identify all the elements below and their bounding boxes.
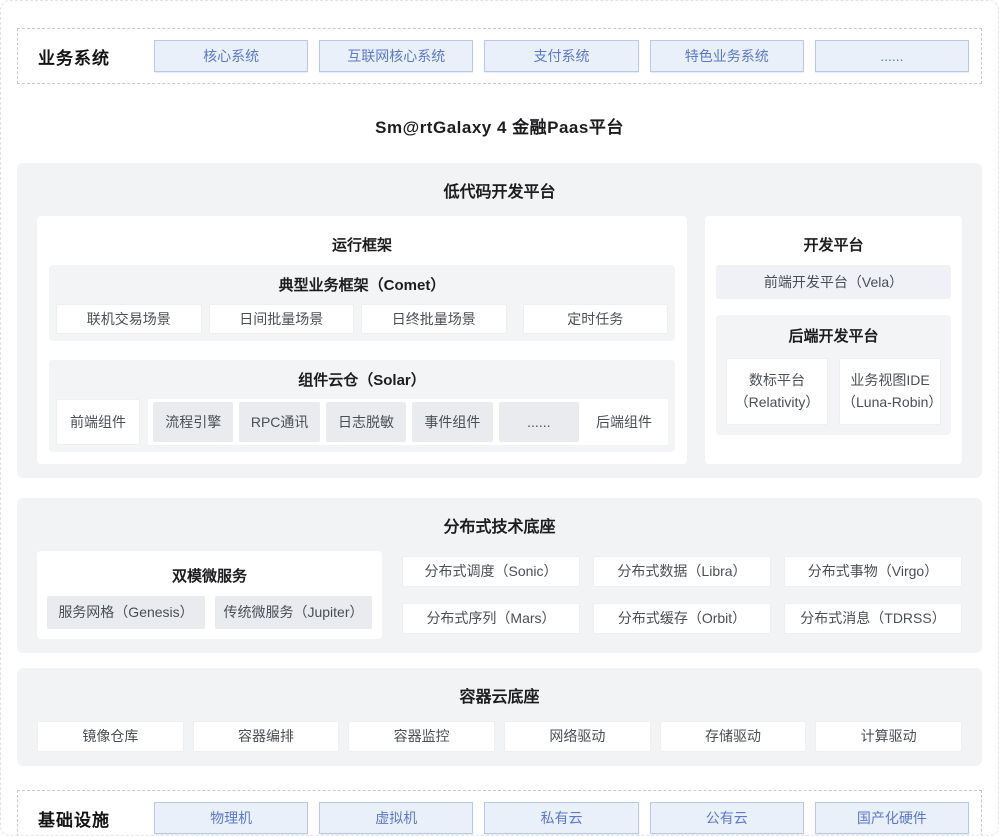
scenario-eod-batch: 日终批量场景 [361, 304, 507, 334]
dual-mode-microservice-card: 双模微服务 服务网格（Genesis） 传统微服务（Jupiter） [37, 551, 382, 639]
infrastructure-chips: 物理机 虚拟机 私有云 公有云 国产化硬件 [154, 802, 969, 834]
frontend-dev-platform-vela: 前端开发平台（Vela） [716, 265, 951, 299]
distributed-services-grid: 分布式调度（Sonic） 分布式数据（Libra） 分布式事物（Virgo） 分… [402, 551, 962, 639]
business-view-ide-luna-robin: 业务视图IDE （Luna-Robin） [839, 358, 941, 425]
network-driver-box: 网络驱动 [504, 721, 651, 752]
business-system-special: 特色业务系统 [650, 40, 804, 72]
dev-platform-title: 开发平台 [716, 234, 951, 255]
distributed-data-libra: 分布式数据（Libra） [593, 556, 771, 587]
platform-architecture-diagram: 业务系统 核心系统 互联网核心系统 支付系统 特色业务系统 ...... Sm@… [0, 0, 999, 836]
container-cloud-section: 容器云底座 镜像仓库 容器编排 容器监控 网络驱动 存储驱动 计算驱动 [17, 668, 982, 766]
business-system-more: ...... [815, 40, 969, 72]
distributed-base-section: 分布式技术底座 双模微服务 服务网格（Genesis） 传统微服务（Jupite… [17, 498, 982, 653]
container-cloud-row: 镜像仓库 容器编排 容器监控 网络驱动 存储驱动 计算驱动 [37, 721, 962, 752]
backend-components-strip: 流程引擎 RPC通讯 日志脱敏 事件组件 ...... 后端组件 [148, 399, 668, 445]
image-registry-box: 镜像仓库 [37, 721, 184, 752]
infrastructure-label: 基础设施 [30, 806, 154, 831]
traditional-microservice-jupiter: 传统微服务（Jupiter） [215, 596, 372, 629]
solar-component-panel: 组件云仓（Solar） 前端组件 流程引擎 RPC通讯 日志脱敏 事件组件 ..… [49, 360, 675, 452]
infra-public-cloud: 公有云 [650, 802, 804, 834]
distributed-transaction-virgo: 分布式事物（Virgo） [784, 556, 962, 587]
compute-driver-box: 计算驱动 [815, 721, 962, 752]
component-log-masking: 日志脱敏 [326, 402, 406, 442]
distributed-scheduling-sonic: 分布式调度（Sonic） [402, 556, 580, 587]
business-view-ide-line1: 业务视图IDE [842, 370, 938, 392]
infra-domestic-hardware: 国产化硬件 [815, 802, 969, 834]
scenario-scheduled-task: 定时任务 [523, 304, 669, 334]
component-event: 事件组件 [412, 402, 492, 442]
container-cloud-title: 容器云底座 [37, 683, 962, 707]
lowcode-platform-section: 低代码开发平台 运行框架 典型业务框架（Comet） 联机交易场景 日间批量场景… [17, 163, 982, 478]
comet-scenarios-row: 联机交易场景 日间批量场景 日终批量场景 定时任务 [56, 304, 668, 334]
component-process-engine: 流程引擎 [153, 402, 233, 442]
lowcode-section-title: 低代码开发平台 [37, 178, 962, 202]
business-systems-label: 业务系统 [30, 44, 154, 69]
runtime-framework-card: 运行框架 典型业务框架（Comet） 联机交易场景 日间批量场景 日终批量场景 … [37, 216, 687, 464]
distributed-sequence-mars: 分布式序列（Mars） [402, 603, 580, 634]
scenario-intraday-batch: 日间批量场景 [209, 304, 355, 334]
backend-dev-platform-panel: 后端开发平台 数标平台 （Relativity） 业务视图IDE （Luna-R… [716, 315, 951, 435]
dual-mode-microservice-title: 双模微服务 [47, 565, 372, 586]
service-mesh-genesis: 服务网格（Genesis） [47, 596, 205, 629]
data-standard-platform-line1: 数标平台 [729, 370, 825, 392]
distributed-body: 双模微服务 服务网格（Genesis） 传统微服务（Jupiter） 分布式调度… [37, 551, 962, 639]
dev-platform-card: 开发平台 前端开发平台（Vela） 后端开发平台 数标平台 （Relativit… [705, 216, 962, 464]
solar-component-title: 组件云仓（Solar） [56, 369, 668, 390]
business-system-payment: 支付系统 [484, 40, 638, 72]
infra-private-cloud: 私有云 [484, 802, 638, 834]
runtime-framework-title: 运行框架 [49, 234, 675, 255]
backend-dev-platform-row: 数标平台 （Relativity） 业务视图IDE （Luna-Robin） [726, 358, 941, 425]
scenario-online-transaction: 联机交易场景 [56, 304, 202, 334]
infrastructure-band: 基础设施 物理机 虚拟机 私有云 公有云 国产化硬件 [17, 790, 982, 836]
business-system-internet-core: 互联网核心系统 [319, 40, 473, 72]
container-monitoring-box: 容器监控 [348, 721, 495, 752]
comet-framework-panel: 典型业务框架（Comet） 联机交易场景 日间批量场景 日终批量场景 定时任务 [49, 265, 675, 341]
business-view-ide-line2: （Luna-Robin） [842, 392, 938, 414]
infra-virtual-machine: 虚拟机 [319, 802, 473, 834]
infra-physical-machine: 物理机 [154, 802, 308, 834]
component-more: ...... [499, 402, 579, 442]
business-system-core: 核心系统 [154, 40, 308, 72]
solar-components-row: 前端组件 流程引擎 RPC通讯 日志脱敏 事件组件 ...... 后端组件 [56, 399, 668, 445]
page-title: Sm@rtGalaxy 4 金融Paas平台 [17, 113, 982, 138]
distributed-base-title: 分布式技术底座 [37, 513, 962, 537]
dual-mode-row: 服务网格（Genesis） 传统微服务（Jupiter） [47, 596, 372, 629]
lowcode-body: 运行框架 典型业务框架（Comet） 联机交易场景 日间批量场景 日终批量场景 … [37, 216, 962, 464]
comet-framework-title: 典型业务框架（Comet） [56, 274, 668, 295]
business-systems-band: 业务系统 核心系统 互联网核心系统 支付系统 特色业务系统 ...... [17, 28, 982, 84]
component-rpc: RPC通讯 [239, 402, 319, 442]
distributed-cache-orbit: 分布式缓存（Orbit） [593, 603, 771, 634]
container-orchestration-box: 容器编排 [193, 721, 340, 752]
distributed-message-tdrss: 分布式消息（TDRSS） [784, 603, 962, 634]
frontend-component-box: 前端组件 [56, 399, 140, 445]
backend-dev-platform-title: 后端开发平台 [726, 325, 941, 346]
data-standard-platform-relativity: 数标平台 （Relativity） [726, 358, 828, 425]
business-systems-chips: 核心系统 互联网核心系统 支付系统 特色业务系统 ...... [154, 40, 969, 72]
backend-component-label: 后端组件 [585, 412, 663, 432]
storage-driver-box: 存储驱动 [660, 721, 807, 752]
data-standard-platform-line2: （Relativity） [729, 392, 825, 414]
